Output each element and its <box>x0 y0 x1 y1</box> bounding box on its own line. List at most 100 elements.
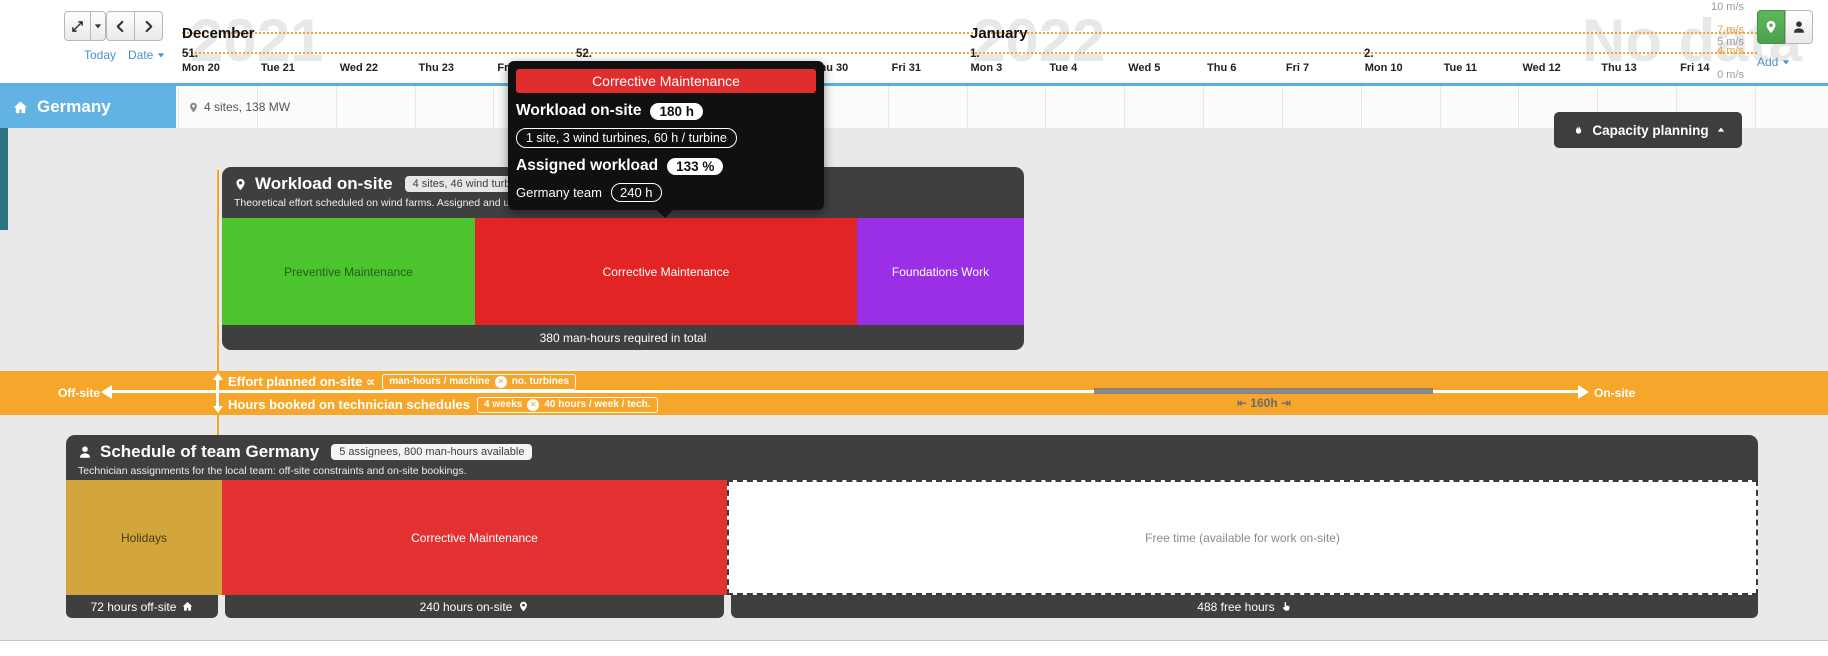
next-button[interactable] <box>134 11 163 41</box>
workload-block[interactable]: Preventive Maintenance <box>222 218 475 325</box>
day-label: Wed 12 <box>1522 62 1560 74</box>
add-dropdown[interactable]: Add <box>1757 55 1790 69</box>
schedule-panel-header: Schedule of team Germany 5 assignees, 80… <box>66 435 1758 480</box>
schedule-footer: 72 hours off-site <box>66 595 218 618</box>
schedule-footer: 488 free hours <box>731 595 1758 618</box>
workload-panel-title: Workload on-site <box>255 174 393 194</box>
schedule-footer: 240 hours on-site <box>225 595 724 618</box>
wind-scale-label: 0 m/s <box>1680 69 1744 81</box>
booking-formula-pill: 4 weeks✕40 hours / week / tech. <box>477 397 658 413</box>
day-gridline <box>1124 86 1125 128</box>
chevron-left-icon <box>114 20 127 33</box>
region-name-label: Germany <box>37 97 111 117</box>
add-person-button[interactable] <box>1785 10 1813 44</box>
pill-text: no. turbines <box>512 376 569 387</box>
region-summary: 4 sites, 138 MW <box>188 86 290 128</box>
home-icon <box>13 100 28 115</box>
month-label: January <box>970 25 1028 42</box>
schedule-block[interactable]: Free time (available for work on-site) <box>727 480 1758 595</box>
fire-icon <box>1571 124 1584 137</box>
region-germany[interactable]: Germany <box>0 86 176 128</box>
expand-range-button[interactable] <box>64 11 91 41</box>
pill-text: 40 hours / week / tech. <box>544 399 650 410</box>
on-site-label: On-site <box>1594 386 1635 400</box>
arrow-left-icon <box>101 385 112 399</box>
tooltip-team-value: 240 h <box>611 183 662 202</box>
workload-block[interactable]: Foundations Work <box>857 218 1024 325</box>
week-label: 1. <box>970 48 980 60</box>
tooltip-pointer <box>657 210 673 218</box>
tooltip-assigned-label: Assigned workload <box>516 157 658 175</box>
day-label: Mon 3 <box>971 62 1003 74</box>
off-site-label: Off-site <box>44 386 100 400</box>
wind-scale-label: 10 m/s <box>1680 1 1744 13</box>
schedule-panel-subtitle: Technician assignments for the local tea… <box>78 465 1746 477</box>
workload-panel-footer: 380 man-hours required in total <box>222 325 1024 350</box>
tooltip-detail-pill: 1 site, 3 wind turbines, 60 h / turbine <box>516 128 737 148</box>
multiply-icon: ✕ <box>495 376 507 388</box>
timeline-header: 20212022No data Today Date DecemberJanua… <box>0 0 1828 83</box>
timeline-divider <box>0 83 1828 86</box>
collapsed-row-strip[interactable] <box>0 128 8 230</box>
add-site-button[interactable] <box>1757 10 1785 44</box>
schedule-block[interactable]: Holidays <box>66 480 222 595</box>
arrow-right-icon <box>1578 385 1589 399</box>
task-tooltip: Corrective Maintenance Workload on-site … <box>508 61 824 210</box>
day-gridline <box>1045 86 1046 128</box>
booked-range-label: ⇤ 160h ⇥ <box>1208 396 1320 410</box>
schedule-footer-label: 488 free hours <box>1197 600 1274 614</box>
hand-icon <box>1281 601 1292 612</box>
week-label: 51. <box>182 48 198 60</box>
capacity-planning-button[interactable]: Capacity planning <box>1554 112 1742 148</box>
prev-button[interactable] <box>106 11 135 41</box>
effort-formula-pill: man-hours / machine✕no. turbines <box>382 374 576 390</box>
schedule-panel: Schedule of team Germany 5 assignees, 80… <box>66 435 1758 595</box>
schedule-footer-label: 72 hours off-site <box>91 600 177 614</box>
day-label: Thu 23 <box>419 62 454 74</box>
wind-scale-label: 4 m/s <box>1680 45 1744 57</box>
workload-block[interactable]: Corrective Maintenance <box>475 218 857 325</box>
schedule-block[interactable]: Corrective Maintenance <box>222 480 727 595</box>
diagonal-arrows-icon <box>71 20 84 33</box>
chevron-down-icon <box>1782 58 1790 66</box>
range-dropdown-button[interactable] <box>90 11 106 41</box>
location-pin-icon <box>1764 20 1778 34</box>
day-label: Wed 22 <box>340 62 378 74</box>
location-pin-icon <box>234 178 247 191</box>
flow-band: Off-site On-site Effort planned on-site … <box>0 371 1828 415</box>
day-label: Mon 10 <box>1365 62 1403 74</box>
tooltip-workload-label: Workload on-site <box>516 102 641 120</box>
chevron-down-icon <box>157 51 165 59</box>
home-icon <box>182 601 193 612</box>
day-label: Thu 13 <box>1601 62 1636 74</box>
chevron-right-icon <box>142 20 155 33</box>
day-label: Tue 11 <box>1444 62 1477 74</box>
day-gridline <box>967 86 968 128</box>
zoom-button-group <box>64 11 106 41</box>
person-icon <box>78 445 92 459</box>
scheduler-app: 20212022No data Today Date DecemberJanua… <box>0 0 1828 656</box>
tooltip-workload-value: 180 h <box>650 103 703 120</box>
day-gridline <box>888 86 889 128</box>
schedule-blocks: HolidaysCorrective MaintenanceFree time … <box>66 480 1758 595</box>
chevron-down-icon <box>94 22 102 30</box>
day-gridline <box>1203 86 1204 128</box>
day-gridline <box>1440 86 1441 128</box>
location-pin-icon <box>188 102 199 113</box>
day-gridline <box>1518 86 1519 128</box>
day-gridline <box>178 86 179 128</box>
day-label: Mon 20 <box>182 62 220 74</box>
date-dropdown[interactable]: Date <box>128 48 165 62</box>
bottom-strip <box>0 640 1828 656</box>
month-label: December <box>182 25 255 42</box>
double-arrow-line <box>216 379 219 407</box>
add-button-group <box>1757 10 1813 44</box>
day-label: Thu 6 <box>1207 62 1236 74</box>
today-link[interactable]: Today <box>84 48 116 62</box>
wind-scale-label: 7 m/s <box>1680 24 1744 36</box>
week-label: 2. <box>1364 48 1374 60</box>
effort-planned-row: Effort planned on-site ∝ man-hours / mac… <box>228 373 582 390</box>
day-gridline <box>1282 86 1283 128</box>
nav-button-group <box>106 11 163 41</box>
tooltip-title: Corrective Maintenance <box>516 69 816 93</box>
